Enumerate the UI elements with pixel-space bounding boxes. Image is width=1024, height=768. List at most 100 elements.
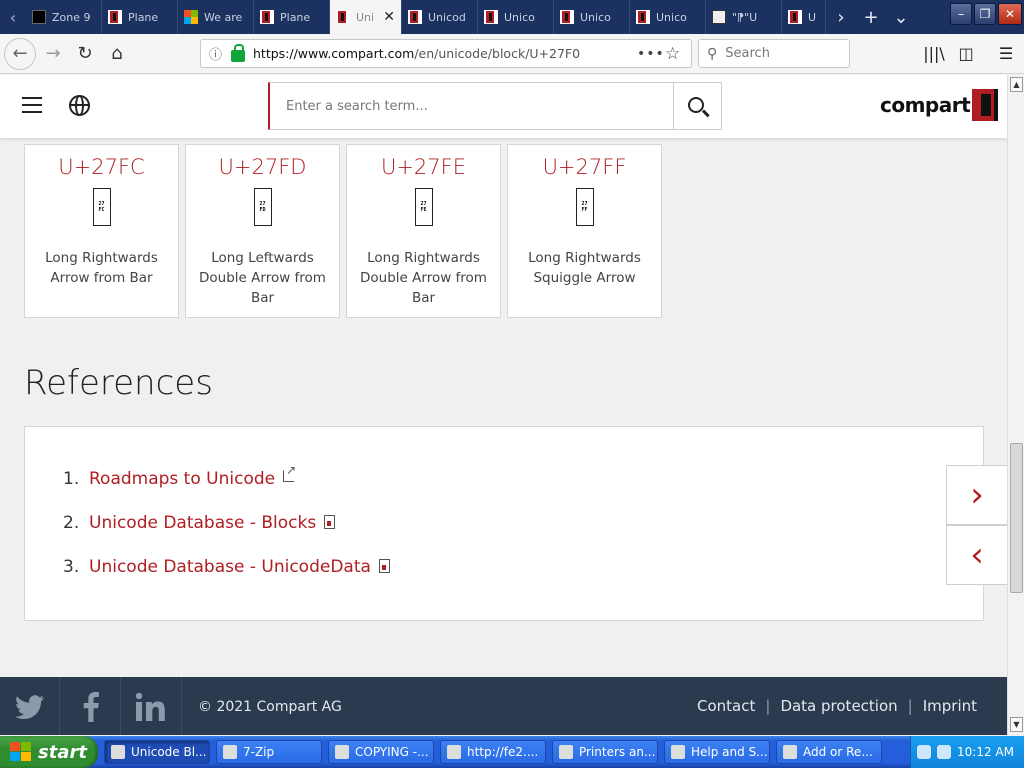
missing-glyph-icon: 27 FC xyxy=(92,188,111,226)
system-tray: 10:12 AM xyxy=(910,736,1024,768)
scroll-down-icon[interactable]: ▼ xyxy=(1010,717,1023,732)
browser-tab[interactable]: Plane xyxy=(102,0,178,34)
document-icon[interactable] xyxy=(378,559,390,573)
sidebar-icon[interactable]: ◫ xyxy=(952,39,980,68)
tab-list-chevron-icon[interactable]: ⌄ xyxy=(886,0,916,34)
compart-logo[interactable]: compart xyxy=(880,89,1000,121)
page-actions-icon[interactable]: ••• xyxy=(637,46,665,62)
hamburger-menu-icon[interactable] xyxy=(22,97,42,113)
browser-tab[interactable]: Zone 9 xyxy=(26,0,102,34)
reference-number: 2. xyxy=(63,513,80,533)
compart-favicon-icon xyxy=(560,10,574,24)
character-card[interactable]: U+27FD 27 FD Long Leftwards Double Arrow … xyxy=(185,144,340,318)
globe-language-icon[interactable] xyxy=(69,95,90,116)
browser-tab[interactable]: "⁋"U xyxy=(706,0,782,34)
footer-links: Contact | Data protection | Imprint xyxy=(697,697,977,715)
character-name: Long Rightwards Squiggle Arrow xyxy=(528,250,641,286)
taskbar-item[interactable]: 7-Zip xyxy=(216,740,322,764)
external-link-icon[interactable] xyxy=(283,463,296,482)
previous-chevron-button[interactable]: ‹ xyxy=(946,525,1007,585)
browser-tab[interactable]: Unico xyxy=(630,0,706,34)
browser-tab[interactable]: We are xyxy=(178,0,254,34)
linkedin-icon[interactable] xyxy=(122,677,182,735)
start-button[interactable]: start xyxy=(0,736,98,768)
vertical-scrollbar[interactable]: ▲ ▼ xyxy=(1007,75,1024,735)
reload-icon[interactable]: ↻ xyxy=(70,39,100,69)
site-search-box xyxy=(268,82,722,130)
library-icon[interactable]: |||\ xyxy=(920,39,948,68)
site-search-input[interactable] xyxy=(270,83,673,129)
minimize-icon[interactable]: – xyxy=(950,3,972,25)
taskbar-item[interactable]: Printers an... xyxy=(552,740,658,764)
tab-title: Plane xyxy=(280,10,311,24)
clock[interactable]: 10:12 AM xyxy=(957,745,1014,759)
taskbar-item[interactable]: Add or Re... xyxy=(776,740,882,764)
code-point: U+27FF xyxy=(542,155,627,179)
browser-tab[interactable]: Unicod xyxy=(402,0,478,34)
url-host: https://www.compart.com xyxy=(253,46,415,61)
tab-title: Unicod xyxy=(428,10,466,24)
tab-scroll-left-icon[interactable]: ‹ xyxy=(0,0,26,34)
reference-item: 2. Unicode Database - Blocks xyxy=(63,513,390,557)
tab-title: U xyxy=(808,10,817,24)
forward-arrow-icon[interactable]: → xyxy=(38,39,68,69)
character-name: Long Rightwards Arrow from Bar xyxy=(45,250,158,286)
footer-link-data-protection[interactable]: Data protection xyxy=(780,697,897,715)
scroll-up-icon[interactable]: ▲ xyxy=(1010,77,1023,92)
windows-flag-icon xyxy=(10,742,32,762)
references-heading: References xyxy=(24,363,213,403)
tray-volume-icon[interactable] xyxy=(937,745,952,759)
menu-icon[interactable]: ☰ xyxy=(992,39,1020,68)
logo-mark-icon xyxy=(972,89,1000,121)
character-card[interactable]: U+27FE 27 FE Long Rightwards Double Arrow… xyxy=(346,144,501,318)
reference-link[interactable]: Roadmaps to Unicode xyxy=(89,469,275,489)
facebook-icon[interactable] xyxy=(61,677,121,735)
7zip-icon xyxy=(223,745,237,759)
scrollbar-thumb[interactable] xyxy=(1010,443,1023,593)
tab-scroll-right-icon[interactable]: › xyxy=(826,0,856,34)
taskbar-item[interactable]: Unicode Bl... xyxy=(104,740,210,764)
character-card[interactable]: U+27FF 27 FF Long Rightwards Squiggle Arr… xyxy=(507,144,662,318)
restore-icon[interactable]: ❐ xyxy=(974,3,996,25)
browser-tab[interactable]: Unico xyxy=(554,0,630,34)
url-text[interactable]: https://www.compart.com/en/unicode/block… xyxy=(253,46,637,61)
taskbar-item[interactable]: COPYING -... xyxy=(328,740,434,764)
browser-tab[interactable]: Plane xyxy=(254,0,330,34)
new-tab-icon[interactable]: + xyxy=(856,0,886,34)
close-window-icon[interactable]: ✕ xyxy=(998,3,1022,25)
taskbar-item[interactable]: http://fe2.... xyxy=(440,740,546,764)
compart-favicon-icon xyxy=(484,10,498,24)
firefox-icon xyxy=(111,745,125,759)
tab-title: Zone 9 xyxy=(52,10,91,24)
twitter-icon[interactable] xyxy=(0,677,60,735)
tab-title: Plane xyxy=(128,10,159,24)
bookmark-star-icon[interactable]: ☆ xyxy=(665,44,691,64)
browser-tab[interactable]: U xyxy=(782,0,826,34)
page-viewport: compart U+27FC 27FC Long Rightwards Arro… xyxy=(0,75,1007,735)
next-chevron-button[interactable]: › xyxy=(946,465,1007,525)
reference-link[interactable]: Unicode Database - UnicodeData xyxy=(89,557,371,577)
browser-tab[interactable]: Unico xyxy=(478,0,554,34)
back-arrow-icon[interactable]: ← xyxy=(4,37,36,70)
lock-icon[interactable] xyxy=(231,43,245,62)
tray-network-icon[interactable] xyxy=(917,745,932,759)
reference-link[interactable]: Unicode Database - Blocks xyxy=(89,513,316,533)
references-box: 1. Roadmaps to Unicode 2. Unicode Databa… xyxy=(24,426,984,621)
close-tab-icon[interactable]: ✕ xyxy=(383,9,395,25)
character-card[interactable]: U+27FC 27 FC Long Rightwards Arrow from B… xyxy=(24,144,179,318)
character-name: Long Rightwards Double Arrow from Bar xyxy=(360,250,487,306)
tab-strip: ‹ Zone 9 Plane We are Plane Uni ✕ Unicod … xyxy=(0,0,1024,34)
navigation-toolbar: ← → ↻ ⌂ ⓘ https://www.compart.com/en/uni… xyxy=(0,34,1024,74)
info-icon[interactable]: ⓘ xyxy=(209,44,227,63)
browser-tab-active[interactable]: Uni ✕ xyxy=(330,0,402,34)
tab-title: Uni xyxy=(356,10,375,24)
footer-link-imprint[interactable]: Imprint xyxy=(923,697,977,715)
home-icon[interactable]: ⌂ xyxy=(102,39,132,69)
url-bar[interactable]: ⓘ https://www.compart.com/en/unicode/blo… xyxy=(200,39,692,68)
taskbar-item[interactable]: Help and S... xyxy=(664,740,770,764)
document-icon[interactable] xyxy=(324,515,336,529)
internet-explorer-icon xyxy=(447,745,461,759)
browser-search-field[interactable]: ⚲ Search xyxy=(698,39,850,68)
site-search-button[interactable] xyxy=(673,83,721,129)
footer-link-contact[interactable]: Contact xyxy=(697,697,755,715)
